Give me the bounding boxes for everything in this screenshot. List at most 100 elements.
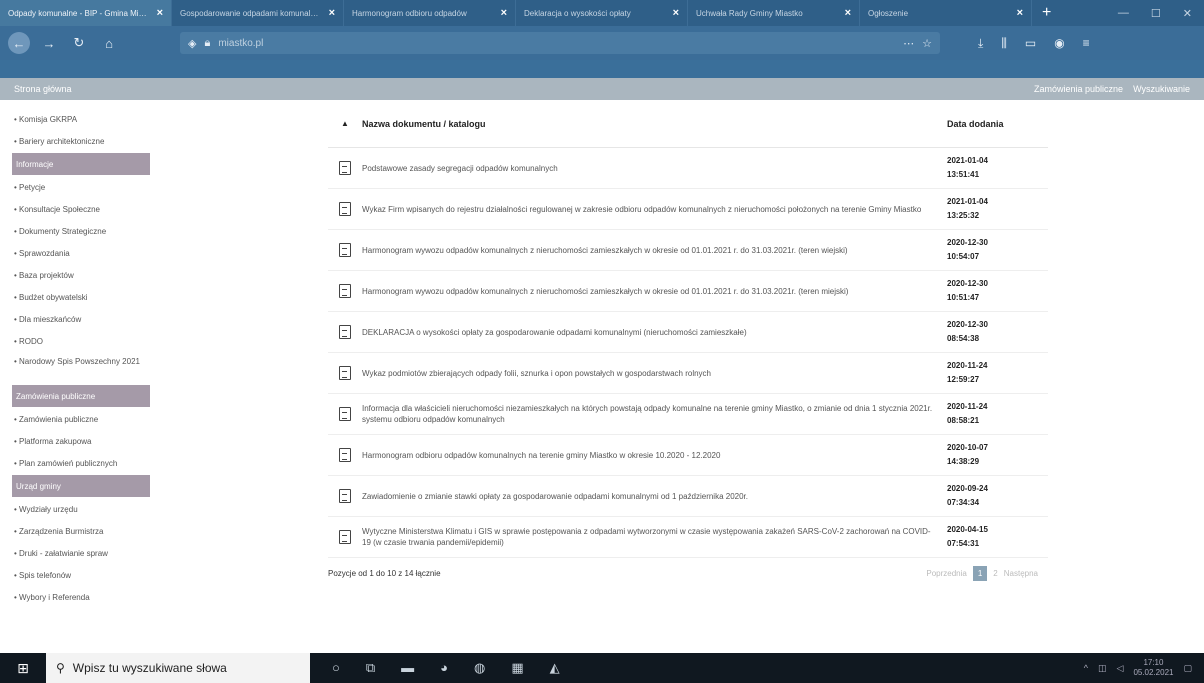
menu-icon[interactable]: ≡	[1083, 36, 1090, 51]
sidebar-link[interactable]: • Zamówienia publiczne	[12, 408, 150, 430]
sidebar-link[interactable]: • Budżet obywatelski	[12, 286, 150, 308]
sidebar-link[interactable]: • Dla mieszkańców	[12, 308, 150, 330]
document-link[interactable]: DEKLARACJA o wysokości opłaty za gospoda…	[362, 327, 947, 338]
document-icon[interactable]	[328, 202, 362, 216]
tray-chevron-icon[interactable]: ^	[1084, 663, 1088, 673]
document-link[interactable]: Wykaz Firm wpisanych do rejestru działal…	[362, 204, 947, 215]
close-tab-icon[interactable]: ×	[501, 7, 507, 19]
close-tab-icon[interactable]: ×	[1017, 7, 1023, 19]
sidebar-link[interactable]: • Komisja GKRPA	[12, 108, 150, 130]
download-icon[interactable]: ⤓	[978, 36, 983, 51]
document-link[interactable]: Wytyczne Ministerstwa Klimatu i GIS w sp…	[362, 526, 947, 548]
volume-icon[interactable]: ◁	[1117, 663, 1124, 674]
browser-tab[interactable]: Odpady komunalne - BIP - Gmina Miastko ×	[0, 0, 172, 26]
address-bar[interactable]: ◈ 🔒︎ miastko.pl ⋯ ☆	[180, 32, 940, 54]
page-actions-icon[interactable]: ⋯	[903, 37, 914, 50]
sidebar-link[interactable]: • Platforma zakupowa	[12, 430, 150, 452]
document-icon[interactable]	[328, 325, 362, 339]
new-tab-icon[interactable]: +	[1032, 0, 1061, 26]
date-added: 2020-11-24 08:58:21	[947, 402, 988, 425]
browser-tab[interactable]: Deklaracja o wysokości opłaty ×	[516, 0, 688, 26]
reload-icon[interactable]: ↻	[68, 32, 90, 54]
network-icon[interactable]: ◫	[1098, 663, 1107, 674]
chrome-icon[interactable]: ◍	[474, 660, 485, 676]
calculator-icon[interactable]: ▦	[511, 660, 523, 676]
document-link[interactable]: Zawiadomienie o zmianie stawki opłaty za…	[362, 491, 947, 502]
back-icon[interactable]: ←	[8, 32, 30, 54]
document-icon[interactable]	[328, 407, 362, 421]
close-tab-icon[interactable]: ×	[673, 7, 679, 19]
library-icon[interactable]: ⫼	[1001, 36, 1007, 51]
document-icon[interactable]	[328, 366, 362, 380]
home-link[interactable]: Strona główna	[14, 84, 72, 94]
document-link[interactable]: Podstawowe zasady segregacji odpadów kom…	[362, 163, 947, 174]
document-icon[interactable]	[328, 489, 362, 503]
document-icon[interactable]	[328, 161, 362, 175]
sidebar-link[interactable]: • Druki - załatwianie spraw	[12, 542, 150, 564]
sidebar-link[interactable]: • Petycje	[12, 176, 150, 198]
browser-tab[interactable]: Harmonogram odbioru odpadów ×	[344, 0, 516, 26]
forward-icon[interactable]: →	[38, 32, 60, 54]
sidebar-link[interactable]: • Spis telefonów	[12, 564, 150, 586]
bookmark-star-icon[interactable]: ☆	[922, 37, 932, 50]
sidebar-section-header[interactable]: Urząd gminy	[12, 475, 150, 497]
page-number[interactable]: 2	[993, 569, 997, 578]
table-row: Wykaz podmiotów zbierających odpady foli…	[328, 353, 1048, 394]
sidebar-link[interactable]: • Zarządzenia Burmistrza	[12, 520, 150, 542]
firefox-icon[interactable]: ◕	[440, 660, 448, 676]
table-row: Wytyczne Ministerstwa Klimatu i GIS w sp…	[328, 517, 1048, 558]
document-link[interactable]: Harmonogram odbioru odpadów komunalnych …	[362, 450, 947, 461]
document-link[interactable]: Harmonogram wywozu odpadów komunalnych z…	[362, 245, 947, 256]
sidebar-section-header[interactable]: Informacje	[12, 153, 150, 175]
file-explorer-icon[interactable]: ▬	[401, 660, 414, 676]
sidebar-link[interactable]: • Narodowy Spis Powszechny 2021	[12, 352, 150, 384]
close-window-icon[interactable]: ✕	[1183, 7, 1192, 20]
cortana-icon[interactable]: ○	[332, 660, 340, 676]
next-page-link[interactable]: Następna	[1004, 569, 1038, 578]
sidebar-link[interactable]: • Wybory i Referenda	[12, 586, 150, 608]
document-icon[interactable]	[328, 530, 362, 544]
sidebar-link[interactable]: • Wydziały urzędu	[12, 498, 150, 520]
browser-tab[interactable]: Uchwała Rady Gminy Miastko ×	[688, 0, 860, 26]
sidebar-link[interactable]: • Plan zamówień publicznych	[12, 452, 150, 474]
tab-title: Ogłoszenie	[868, 8, 909, 18]
nav-link[interactable]: Wyszukiwanie	[1133, 84, 1190, 94]
close-tab-icon[interactable]: ×	[157, 7, 163, 19]
page-number-current[interactable]: 1	[972, 565, 988, 581]
sidebar-link[interactable]: • Konsultacje Społeczne	[12, 198, 150, 220]
shield-icon: ◈	[188, 37, 197, 50]
account-icon[interactable]: ◉	[1054, 36, 1064, 51]
sidebar-link[interactable]: • Bariery architektoniczne	[12, 130, 150, 152]
document-icon[interactable]	[328, 243, 362, 257]
column-header-date[interactable]: Data dodania	[947, 118, 1007, 130]
sidebar-link[interactable]: • Sprawozdania	[12, 242, 150, 264]
document-icon[interactable]	[328, 448, 362, 462]
taskbar-search[interactable]: ⚲ Wpisz tu wyszukiwane słowa	[46, 653, 310, 683]
document-link[interactable]: Harmonogram wywozu odpadów komunalnych z…	[362, 286, 947, 297]
sort-arrow-icon[interactable]: ▲	[328, 119, 362, 128]
task-view-icon[interactable]: ⧉	[366, 660, 375, 676]
notifications-icon[interactable]: ▢	[1183, 663, 1192, 674]
sidebar-section-header[interactable]: Zamówienia publiczne	[12, 385, 150, 407]
browser-tab[interactable]: Gospodarowanie odpadami komunalnymi ×	[172, 0, 344, 26]
sidebar-link[interactable]: • RODO	[12, 330, 150, 352]
document-link[interactable]: Informacja dla właścicieli nieruchomości…	[362, 403, 947, 425]
minimize-icon[interactable]: —	[1118, 7, 1129, 19]
document-link[interactable]: Wykaz podmiotów zbierających odpady foli…	[362, 368, 947, 379]
home-icon[interactable]: ⌂	[98, 32, 120, 54]
sidebar-link[interactable]: • Baza projektów	[12, 264, 150, 286]
clock[interactable]: 17:10 05.02.2021	[1133, 658, 1173, 678]
windows-start-icon[interactable]: ⊞	[0, 653, 46, 683]
column-header-name[interactable]: Nazwa dokumentu / katalogu	[362, 119, 947, 129]
sidebar-icon[interactable]: ▭	[1025, 36, 1036, 51]
maximize-icon[interactable]: ☐	[1151, 7, 1161, 20]
sidebar-link[interactable]: • Dokumenty Strategiczne	[12, 220, 150, 242]
close-tab-icon[interactable]: ×	[845, 7, 851, 19]
nav-link[interactable]: Zamówienia publiczne	[1034, 84, 1123, 94]
close-tab-icon[interactable]: ×	[329, 7, 335, 19]
pdf-reader-icon[interactable]: ◭	[550, 660, 560, 676]
prev-page-link[interactable]: Poprzednia	[926, 569, 966, 578]
browser-tab[interactable]: Ogłoszenie ×	[860, 0, 1032, 26]
taskbar: ⊞ ⚲ Wpisz tu wyszukiwane słowa ○ ⧉ ▬ ◕ ◍…	[0, 653, 1204, 683]
document-icon[interactable]	[328, 284, 362, 298]
